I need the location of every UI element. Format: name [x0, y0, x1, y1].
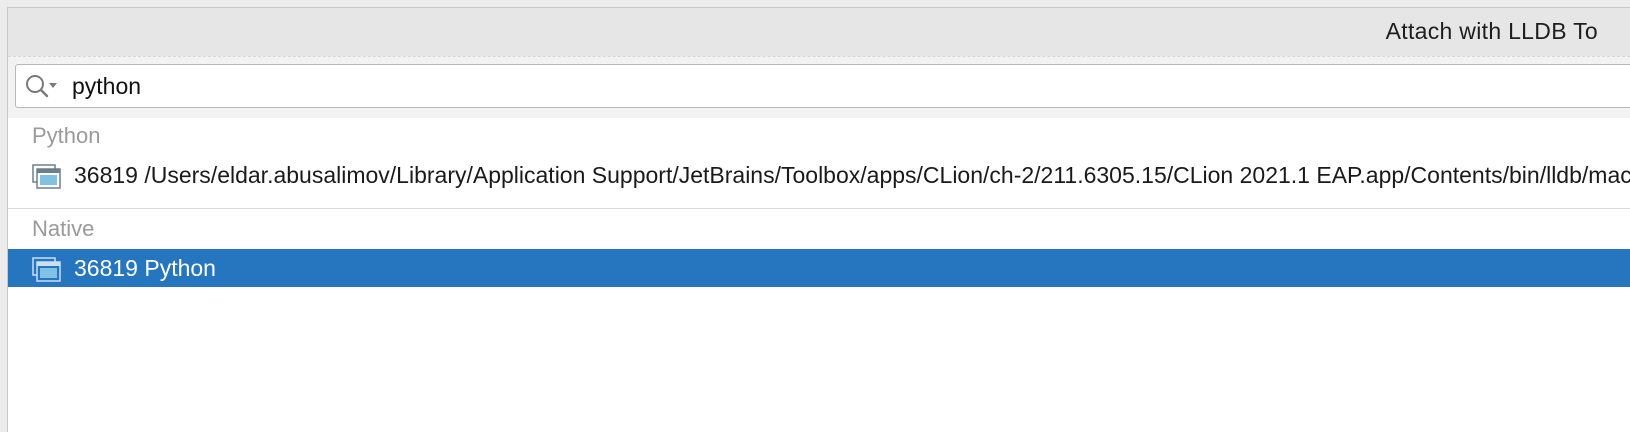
- process-item-label: 36819 Python: [74, 255, 216, 281]
- popup-title: Attach with LLDB To: [1385, 18, 1598, 44]
- group-header-python: Python: [32, 123, 101, 148]
- search-bar: [8, 56, 1630, 118]
- process-item-python-lldbfrontend[interactable]: 36819 /Users/eldar.abusalimov/Library/Ap…: [8, 156, 1630, 194]
- popup-title-bar: Attach with LLDB To: [8, 8, 1630, 56]
- process-window-icon: [32, 256, 62, 282]
- process-list: Python 36819 /Users/eldar.abusalimov/Lib…: [8, 118, 1630, 287]
- group-header-native: Native: [32, 216, 95, 241]
- search-field[interactable]: [15, 64, 1630, 108]
- attach-to-process-popup: Attach with LLDB To Python: [7, 7, 1630, 432]
- search-dropdown-icon[interactable]: [24, 73, 60, 99]
- process-window-icon: [32, 163, 62, 189]
- process-item-label: 36819 /Users/eldar.abusalimov/Library/Ap…: [74, 162, 1630, 188]
- search-input[interactable]: [72, 69, 1472, 103]
- process-item-native-python[interactable]: 36819 Python: [8, 249, 1630, 287]
